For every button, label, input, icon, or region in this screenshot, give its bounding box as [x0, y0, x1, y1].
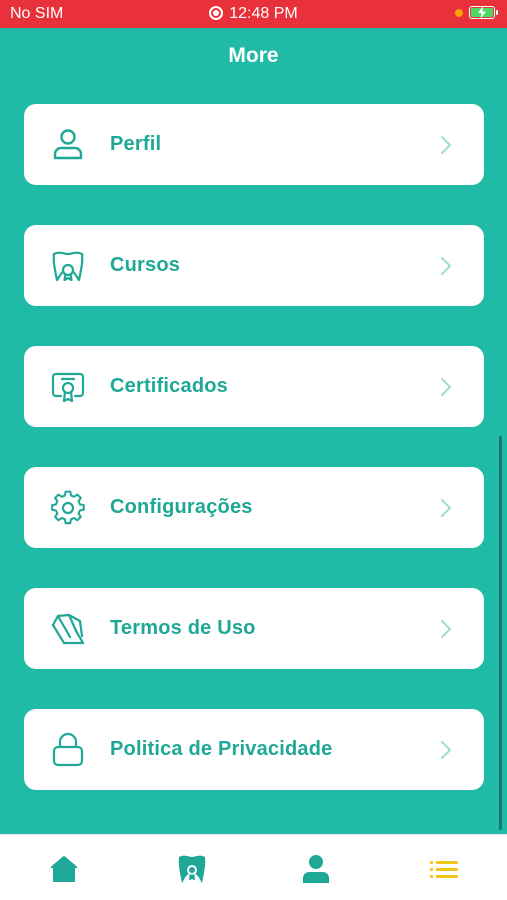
menu-item-label: Politica de Privacidade — [110, 738, 333, 760]
chevron-right-icon — [441, 499, 451, 517]
lock-icon — [52, 732, 84, 767]
menu-item-label: Perfil — [110, 133, 162, 155]
menu-item-politica-de-privacidade[interactable]: Politica de Privacidade — [24, 709, 484, 790]
document-icon — [51, 613, 85, 645]
privacy-dot-icon — [455, 8, 463, 17]
page-title: More — [228, 44, 279, 67]
status-right — [455, 6, 498, 19]
menu-item-label: Cursos — [110, 254, 181, 276]
scrollbar[interactable] — [499, 436, 502, 830]
menu-item-label: Termos de Uso — [110, 617, 256, 639]
tooth-badge-icon[interactable] — [176, 853, 208, 885]
menu-item-configuracoes[interactable]: Configurações — [24, 467, 484, 548]
certificate-icon — [51, 372, 85, 403]
menu-item-perfil[interactable]: Perfil — [24, 104, 484, 185]
gear-icon — [51, 490, 85, 525]
clock-time: 12:48 PM — [229, 5, 298, 22]
menu-item-certificados[interactable]: Certificados — [24, 346, 484, 427]
menu-item-cursos[interactable]: Cursos — [24, 225, 484, 306]
tab-bar — [0, 834, 507, 900]
more-menu: Perfil Cursos Certificados Configurações — [24, 104, 484, 830]
tooth-badge-icon — [52, 251, 84, 282]
chevron-right-icon — [441, 257, 451, 275]
user-icon — [53, 129, 83, 160]
chevron-right-icon — [441, 378, 451, 396]
menu-item-termos-de-uso[interactable]: Termos de Uso — [24, 588, 484, 669]
screen-record-icon — [209, 6, 224, 20]
chevron-right-icon — [441, 620, 451, 638]
chevron-right-icon — [441, 741, 451, 759]
status-clock: 12:48 PM — [0, 5, 507, 23]
menu-item-label: Configurações — [110, 496, 253, 518]
status-bar: No SIM 12:48 PM — [0, 0, 507, 28]
user-icon[interactable] — [300, 853, 332, 885]
battery-charging-icon — [469, 6, 498, 19]
home-icon[interactable] — [48, 853, 80, 885]
menu-list-icon[interactable] — [428, 853, 460, 885]
chevron-right-icon — [441, 136, 451, 154]
menu-item-label: Certificados — [110, 375, 228, 397]
